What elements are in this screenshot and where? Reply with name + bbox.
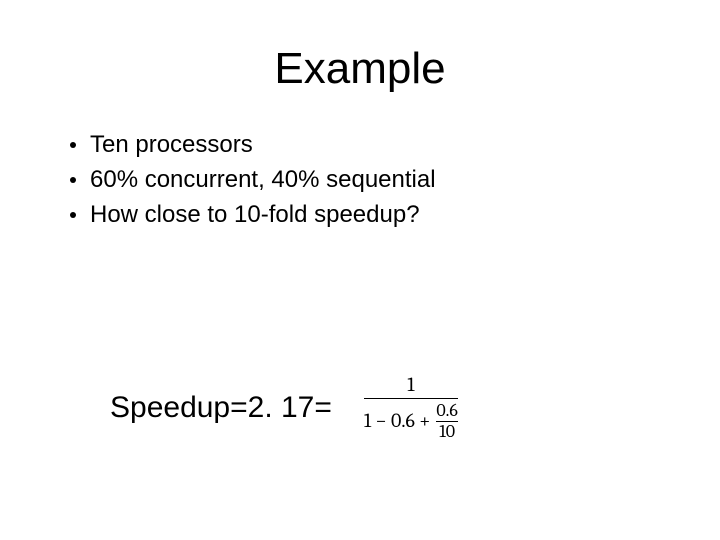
speedup-equation: Speedup=2. 17= 1 1 − 0.6 + 0.6 10 — [110, 374, 458, 442]
slide-title: Example — [0, 44, 720, 94]
denom-left: 1 − 0.6 + — [364, 410, 430, 432]
inner-denominator: 10 — [439, 422, 455, 442]
bullet-list: Ten processors 60% concurrent, 40% seque… — [70, 128, 720, 232]
list-item: How close to 10-fold speedup? — [70, 198, 720, 233]
bullet-text: Ten processors — [90, 128, 253, 163]
fraction-numerator: 1 — [403, 374, 418, 398]
inner-fraction: 0.6 10 — [436, 401, 457, 442]
list-item: 60% concurrent, 40% sequential — [70, 163, 720, 198]
fraction-denominator: 1 − 0.6 + 0.6 10 — [364, 399, 458, 442]
bullet-icon — [70, 177, 76, 183]
slide: Example Ten processors 60% concurrent, 4… — [0, 44, 720, 540]
bullet-text: 60% concurrent, 40% sequential — [90, 163, 436, 198]
inner-numerator: 0.6 — [436, 401, 457, 421]
speedup-label: Speedup=2. 17= — [110, 391, 332, 425]
list-item: Ten processors — [70, 128, 720, 163]
fraction: 1 1 − 0.6 + 0.6 10 — [364, 374, 458, 442]
bullet-text: How close to 10-fold speedup? — [90, 198, 420, 233]
bullet-icon — [70, 212, 76, 218]
bullet-icon — [70, 142, 76, 148]
